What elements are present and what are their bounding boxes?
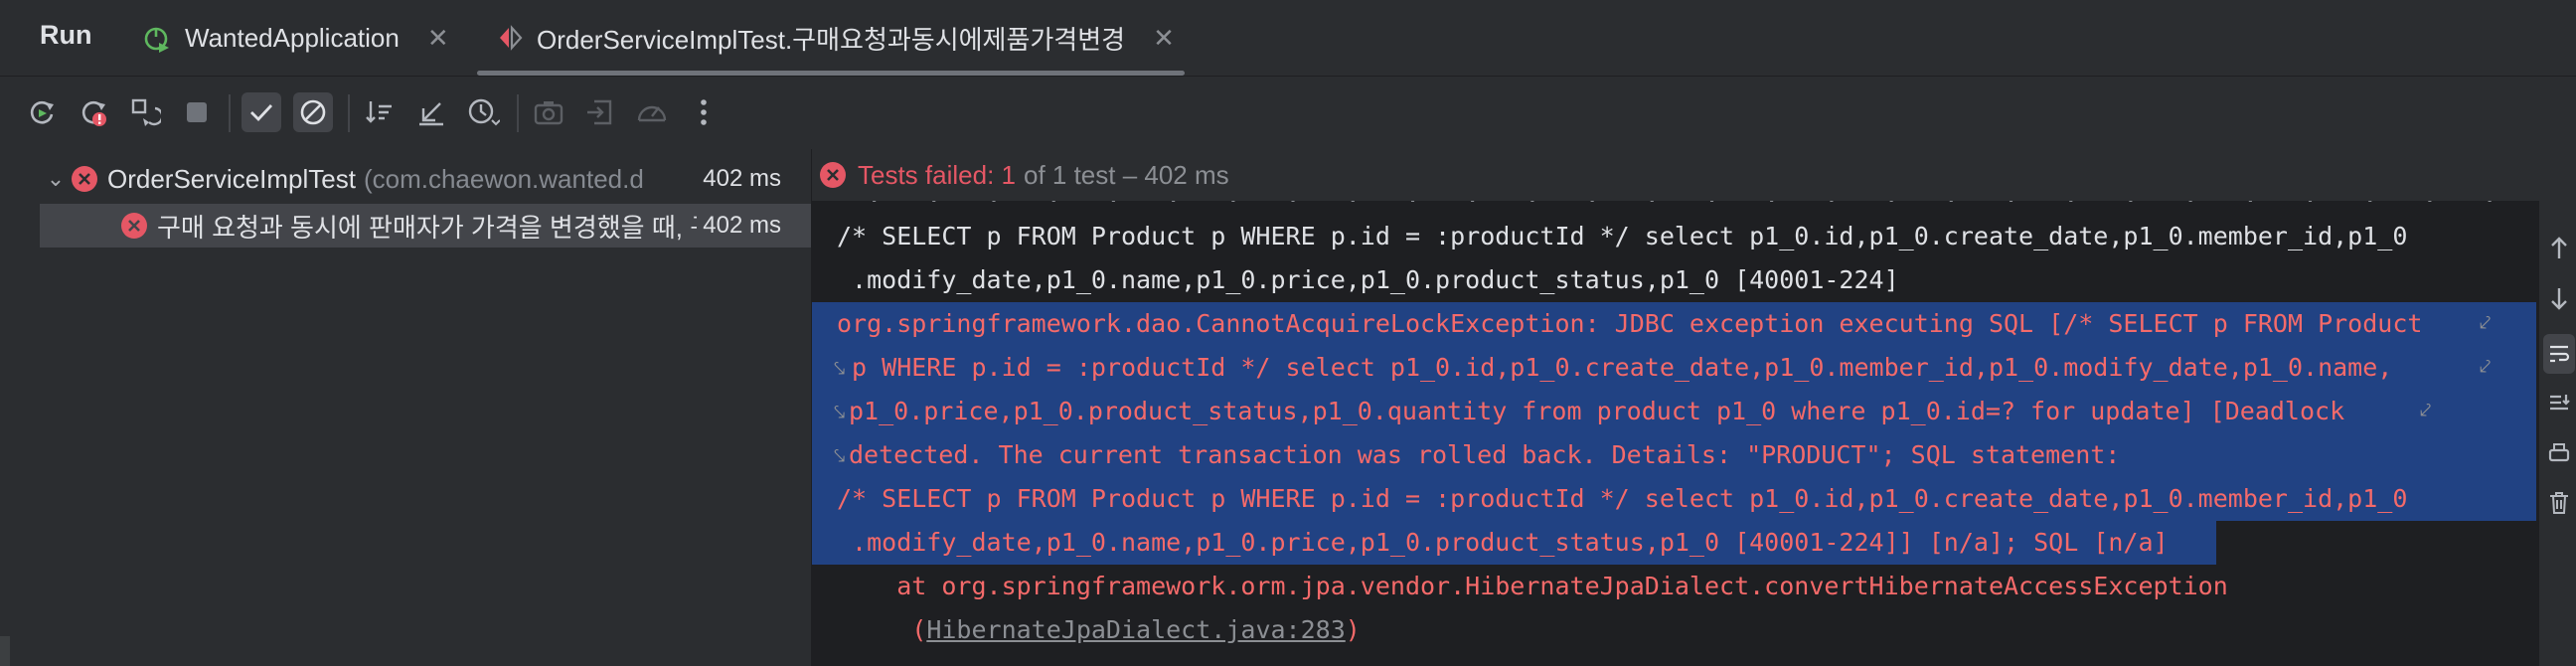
console-line-selected: .modify_date,p1_0.name,p1_0.price,p1_0.p… [812, 521, 2216, 565]
left-gutter [0, 636, 10, 666]
history-icon[interactable] [463, 92, 503, 132]
console-partial-line: . . . . . . . . . . . . . . . . . . . . … [837, 201, 2536, 208]
toolbar-separator [348, 94, 350, 132]
console-line: .modify_date,p1_0.name,p1_0.price,p1_0.p… [837, 265, 1899, 294]
test-duration: 402 ms [697, 165, 781, 193]
scroll-to-end-icon[interactable] [2543, 384, 2575, 423]
scroll-down-icon[interactable] [2543, 278, 2575, 318]
spring-boot-run-icon [139, 23, 173, 53]
tree-item-test-method[interactable]: 구매 요청과 동시에 판매자가 가격을 변경했을 때, 구! 402 ms [40, 204, 811, 248]
console-output[interactable]: . . . . . . . . . . . . . . . . . . . . … [812, 201, 2536, 666]
console-line-selected: detected. The current transaction was ro… [812, 433, 2536, 477]
source-link[interactable]: HibernateJpaDialect.java:283 [926, 615, 1345, 644]
console-line: /* SELECT p FROM Product p WHERE p.id = … [837, 222, 2408, 250]
soft-wrap-indicator-icon: ⤥ [834, 445, 846, 467]
sort-icon[interactable] [360, 92, 400, 132]
chevron-down-icon[interactable]: ⌄ [40, 166, 72, 192]
tab-label: WantedApplication [185, 22, 400, 53]
show-ignored-icon[interactable] [293, 92, 333, 132]
test-tree-panel: ⌄ OrderServiceImplTest (com.chaewon.want… [0, 149, 812, 666]
coverage-icon[interactable] [632, 92, 672, 132]
soft-wrap-icon[interactable] [2543, 334, 2575, 374]
tree-item-test-class[interactable]: ⌄ OrderServiceImplTest (com.chaewon.want… [40, 157, 811, 201]
screenshot-icon[interactable] [529, 92, 568, 132]
soft-wrap-indicator-icon: ⤥ [834, 402, 846, 423]
test-method-name: 구매 요청과 동시에 판매자가 가격을 변경했을 때, 구! [157, 212, 722, 243]
tab-wanted-application[interactable]: WantedApplication ✕ [139, 0, 449, 76]
collapse-icon[interactable] [411, 92, 451, 132]
junit-test-icon [497, 24, 525, 52]
close-icon[interactable]: ✕ [427, 23, 449, 54]
soft-wrap-indicator-icon: ⤦ [2480, 356, 2492, 378]
console-side-toolbar [2539, 149, 2576, 666]
console-stack-link-line: (HibernateJpaDialect.java:283) [837, 615, 1361, 644]
console-line-selected: org.springframework.dao.CannotAcquireLoc… [812, 302, 2536, 346]
console-stack-line: at org.springframework.orm.jpa.vendor.Hi… [837, 572, 2228, 600]
test-class-name: OrderServiceImplTest [107, 163, 356, 194]
show-passed-icon[interactable] [242, 92, 281, 132]
tab-order-service-test[interactable]: OrderServiceImplTest.구매요청과동시에제품가격변경 ✕ [497, 0, 1175, 76]
scroll-up-icon[interactable] [2543, 229, 2575, 268]
tab-label: OrderServiceImplTest.구매요청과동시에제품가격변경 [537, 24, 1126, 55]
clear-all-icon[interactable] [2543, 483, 2575, 523]
stop-icon[interactable] [177, 92, 217, 132]
console-line-selected: p WHERE p.id = :productId */ select p1_0… [812, 346, 2536, 390]
console-line-selected: /* SELECT p FROM Product p WHERE p.id = … [812, 477, 2536, 521]
failed-test-icon [121, 213, 147, 239]
panel-title: Run [40, 20, 92, 50]
toolbar-separator [229, 94, 231, 132]
failed-test-icon [72, 166, 97, 192]
toggle-auto-test-icon[interactable] [125, 92, 165, 132]
toolbar-separator [517, 94, 519, 132]
tests-failed-text: Tests failed: 1 [858, 159, 1016, 190]
soft-wrap-indicator-icon: ⤦ [2420, 400, 2432, 421]
rerun-icon[interactable] [22, 92, 62, 132]
tab-bar: Run WantedApplication ✕ OrderServiceImpl… [0, 0, 2576, 77]
soft-wrap-indicator-icon: ⤦ [2480, 312, 2492, 334]
test-class-package: (com.chaewon.wanted.d [363, 163, 644, 194]
failed-status-icon [820, 162, 846, 188]
test-status-bar: Tests failed: 1 of 1 test – 402 ms [812, 149, 2576, 201]
active-tab-indicator [477, 71, 1185, 76]
print-icon[interactable] [2543, 433, 2575, 473]
close-icon[interactable]: ✕ [1153, 23, 1175, 54]
rerun-failed-icon[interactable] [74, 92, 113, 132]
test-duration: 402 ms [697, 212, 781, 240]
export-icon[interactable] [580, 92, 620, 132]
console-line-selected: p1_0.price,p1_0.product_status,p1_0.quan… [812, 390, 2536, 433]
soft-wrap-indicator-icon: ⤥ [834, 358, 846, 380]
more-icon[interactable] [684, 92, 724, 132]
tests-summary-text: of 1 test – 402 ms [1023, 159, 1229, 190]
console-panel: Tests failed: 1 of 1 test – 402 ms . . .… [812, 149, 2576, 666]
run-toolbar [0, 77, 2576, 150]
